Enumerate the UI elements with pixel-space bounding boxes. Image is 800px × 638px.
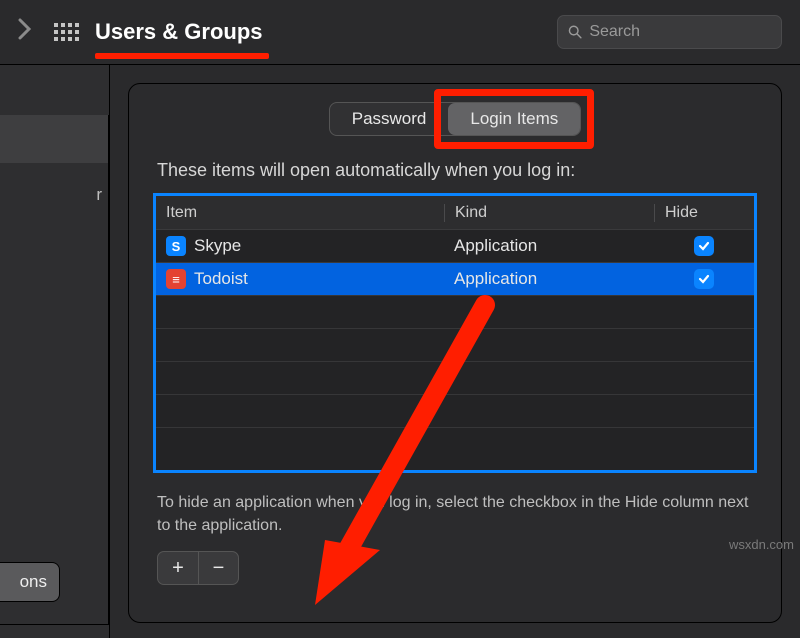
item-name: Todoist	[194, 269, 248, 289]
tab-password[interactable]: Password	[330, 103, 449, 135]
item-name: Skype	[194, 236, 241, 256]
page-title: Users & Groups	[95, 19, 263, 45]
search-icon	[568, 24, 582, 40]
toolbar: Users & Groups	[0, 0, 800, 64]
table-empty-row	[156, 361, 754, 394]
table-row[interactable]: S Skype Application	[156, 229, 754, 262]
back-button[interactable]	[18, 18, 38, 47]
col-item[interactable]: Item	[156, 204, 444, 222]
item-kind: Application	[444, 236, 654, 256]
add-remove-buttons: + −	[157, 551, 239, 585]
search-field[interactable]	[557, 15, 782, 49]
sidebar-bottom-button[interactable]: ons	[0, 562, 60, 602]
login-items-table: Item Kind Hide S Skype Application	[153, 193, 757, 473]
sidebar-truncated-text: r	[0, 163, 108, 205]
table-empty-row	[156, 328, 754, 361]
hide-checkbox[interactable]	[694, 269, 714, 289]
remove-item-button[interactable]: −	[198, 552, 238, 584]
table-empty-row	[156, 394, 754, 427]
app-icon-todoist: ≡	[166, 269, 186, 289]
item-kind: Application	[444, 269, 654, 289]
hide-hint-text: To hide an application when you log in, …	[129, 473, 781, 537]
login-items-description: These items will open automatically when…	[129, 136, 781, 193]
add-item-button[interactable]: +	[158, 552, 198, 584]
all-prefs-grid-icon[interactable]	[54, 23, 79, 41]
tab-login-items[interactable]: Login Items	[448, 103, 580, 135]
table-empty-row	[156, 427, 754, 460]
search-input[interactable]	[589, 23, 771, 41]
table-empty-row	[156, 295, 754, 328]
app-icon-skype: S	[166, 236, 186, 256]
table-header: Item Kind Hide	[156, 196, 754, 229]
col-hide[interactable]: Hide	[654, 204, 754, 222]
watermark: wsxdn.com	[729, 537, 794, 552]
tab-segmented-control: Password Login Items	[329, 102, 582, 136]
table-row[interactable]: ≡ Todoist Application	[156, 262, 754, 295]
sidebar: r	[0, 65, 110, 638]
sidebar-selected-user[interactable]	[0, 115, 108, 163]
col-kind[interactable]: Kind	[444, 204, 654, 222]
annotation-underline	[95, 53, 269, 59]
settings-panel: Password Login Items These items will op…	[128, 83, 782, 623]
hide-checkbox[interactable]	[694, 236, 714, 256]
